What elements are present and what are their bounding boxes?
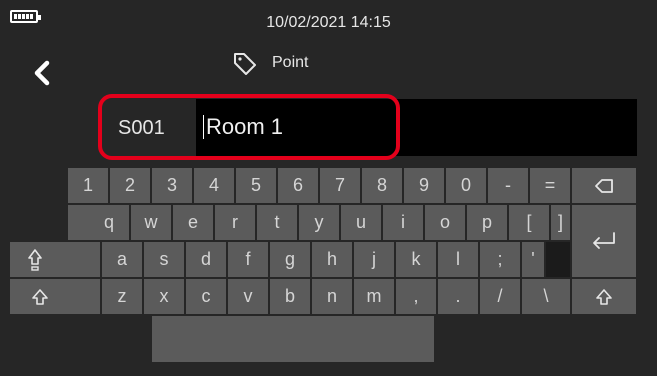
key-backslash[interactable]: \: [522, 279, 572, 316]
key-f[interactable]: f: [228, 242, 270, 279]
key-blank: [546, 242, 572, 279]
key-o[interactable]: o: [425, 205, 467, 242]
shift-icon: [32, 288, 48, 305]
key-u[interactable]: u: [341, 205, 383, 242]
key-c[interactable]: c: [186, 279, 228, 316]
key-minus[interactable]: -: [488, 168, 530, 205]
key-right-bracket[interactable]: ]: [551, 205, 572, 242]
key-q[interactable]: q: [89, 205, 131, 242]
left-shift-key[interactable]: [10, 279, 102, 316]
key-g[interactable]: g: [270, 242, 312, 279]
key-9[interactable]: 9: [404, 168, 446, 205]
key-t[interactable]: t: [257, 205, 299, 242]
key-comma[interactable]: ,: [396, 279, 438, 316]
key-7[interactable]: 7: [320, 168, 362, 205]
backspace-icon: [595, 178, 613, 193]
shift-icon: [596, 288, 612, 305]
key-3[interactable]: 3: [152, 168, 194, 205]
key-n[interactable]: n: [312, 279, 354, 316]
key-s[interactable]: s: [144, 242, 186, 279]
key-l[interactable]: l: [438, 242, 480, 279]
key-h[interactable]: h: [312, 242, 354, 279]
page-title: Point: [272, 54, 309, 71]
key-a[interactable]: a: [102, 242, 144, 279]
key-period[interactable]: .: [438, 279, 480, 316]
device-screen: 10/02/2021 14:15 Point S001 Room 1 1 2 3…: [0, 0, 657, 376]
key-j[interactable]: j: [354, 242, 396, 279]
key-6[interactable]: 6: [278, 168, 320, 205]
key-k[interactable]: k: [396, 242, 438, 279]
page-header: Point: [232, 48, 308, 78]
date-time: 10/02/2021 14:15: [266, 14, 391, 31]
key-8[interactable]: 8: [362, 168, 404, 205]
key-m[interactable]: m: [354, 279, 396, 316]
key-z[interactable]: z: [102, 279, 144, 316]
key-d[interactable]: d: [186, 242, 228, 279]
key-slash[interactable]: /: [480, 279, 522, 316]
key-i[interactable]: i: [383, 205, 425, 242]
backspace-key[interactable]: [572, 168, 638, 205]
key-b[interactable]: b: [270, 279, 312, 316]
key-2[interactable]: 2: [110, 168, 152, 205]
key-semicolon[interactable]: ;: [480, 242, 522, 279]
key-4[interactable]: 4: [194, 168, 236, 205]
key-1[interactable]: 1: [68, 168, 110, 205]
key-e[interactable]: e: [173, 205, 215, 242]
key-x[interactable]: x: [144, 279, 186, 316]
enter-key[interactable]: [572, 205, 638, 279]
caps-lock-key[interactable]: [10, 242, 102, 279]
tag-icon: [232, 50, 258, 76]
chevron-left-icon: [34, 60, 50, 86]
key-y[interactable]: y: [299, 205, 341, 242]
caps-lock-icon: [28, 248, 42, 271]
key-apostrophe[interactable]: ': [522, 242, 546, 279]
back-button[interactable]: [28, 58, 58, 88]
right-shift-key[interactable]: [572, 279, 638, 316]
key-w[interactable]: w: [131, 205, 173, 242]
key-5[interactable]: 5: [236, 168, 278, 205]
key-r[interactable]: r: [215, 205, 257, 242]
key-0[interactable]: 0: [446, 168, 488, 205]
highlight-frame: [98, 94, 400, 160]
key-p[interactable]: p: [467, 205, 509, 242]
key-v[interactable]: v: [228, 279, 270, 316]
key-equals[interactable]: =: [530, 168, 572, 205]
enter-icon: [593, 232, 615, 249]
space-bar[interactable]: [152, 316, 436, 364]
key-left-bracket[interactable]: [: [509, 205, 551, 242]
